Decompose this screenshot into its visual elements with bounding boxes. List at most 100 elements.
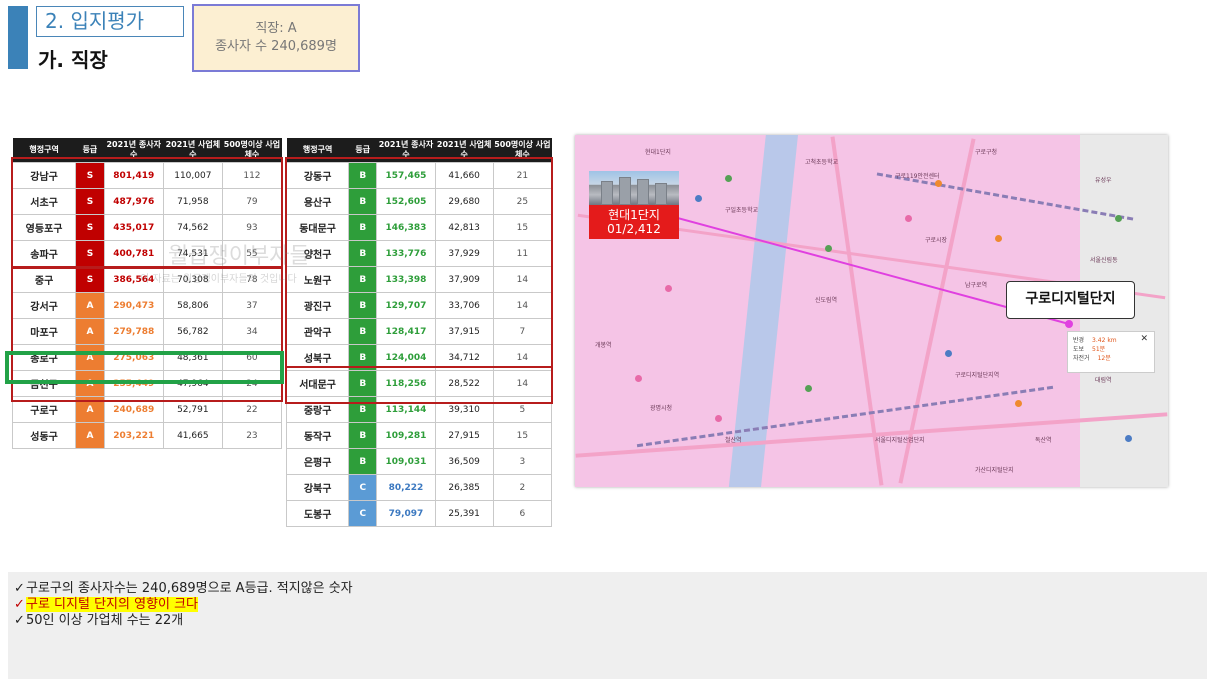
- large-business-cell: 79: [221, 188, 283, 215]
- origin-callout[interactable]: 현대1단지 01/2,412: [589, 205, 679, 239]
- district-cell: 동작구: [285, 422, 350, 449]
- workers-cell: 146,383: [376, 214, 436, 241]
- map-label: 대림역: [1095, 377, 1112, 384]
- route-popup: ✕ 반경 3.42 km 도보 51분 자전거 12분: [1067, 331, 1155, 373]
- businesses-cell: 52,791: [162, 396, 223, 423]
- map-label: 신도림역: [815, 297, 838, 304]
- large-business-cell: 22: [221, 396, 283, 423]
- note-item: ✓50인 이상 가업체 수는 22개: [14, 613, 184, 628]
- map-label: 구로구청: [975, 149, 998, 156]
- district-cell: 도봉구: [285, 500, 350, 527]
- district-cell: 금천구: [11, 370, 77, 397]
- businesses-cell: 25,391: [434, 500, 494, 527]
- grade-badge: B: [348, 318, 378, 345]
- workers-cell: 152,605: [376, 188, 436, 215]
- notes-panel: ✓구로구의 종사자수는 240,689명으로 A등급. 적지않은 숫자 ✓구로 …: [8, 572, 1207, 679]
- grade-badge: S: [75, 266, 105, 293]
- large-business-cell: 3: [492, 448, 553, 475]
- district-table-left: 행정구역 등급 2021년 종사자수 2021년 사업체수 500명이상 사업체…: [11, 138, 283, 449]
- grade-badge: C: [348, 500, 378, 527]
- photo-building: [619, 177, 631, 205]
- map-poi[interactable]: [805, 385, 812, 392]
- grade-badge: A: [75, 370, 105, 397]
- workers-cell: 255,449: [103, 370, 164, 397]
- table-row: 영등포구 S 435,017 74,562 93: [11, 214, 283, 241]
- district-cell: 중랑구: [285, 396, 350, 423]
- photo-building: [655, 183, 667, 205]
- map-label: 독산역: [1035, 437, 1052, 444]
- map-poi[interactable]: [695, 195, 702, 202]
- map-label: 구로119안전센터: [895, 173, 940, 180]
- grade-badge: S: [75, 214, 105, 241]
- large-business-cell: 21: [492, 162, 553, 189]
- map-poi[interactable]: [635, 375, 642, 382]
- map-poi[interactable]: [715, 415, 722, 422]
- map-poi[interactable]: [825, 245, 832, 252]
- workers-cell: 133,776: [376, 240, 436, 267]
- table-row: 양천구 B 133,776 37,929 11: [285, 240, 553, 267]
- table-header-row: 행정구역 등급 2021년 종사자수 2021년 사업체수 500명이상 사업체…: [286, 138, 552, 163]
- workers-cell: 157,465: [376, 162, 436, 189]
- grade-badge: S: [75, 240, 105, 267]
- workers-cell: 79,097: [376, 500, 436, 527]
- large-business-cell: 11: [492, 240, 553, 267]
- map-poi[interactable]: [1115, 215, 1122, 222]
- map-poi[interactable]: [905, 215, 912, 222]
- large-business-cell: 60: [221, 344, 283, 371]
- origin-sublabel: 01/2,412: [607, 222, 661, 236]
- map-label: 서울디지털산업단지: [875, 437, 925, 444]
- businesses-cell: 41,665: [162, 422, 223, 449]
- table-row: 중구 S 386,564 70,308 78: [11, 266, 283, 293]
- map-poi[interactable]: [1125, 435, 1132, 442]
- district-cell: 강서구: [11, 292, 77, 319]
- grade-badge: B: [348, 240, 378, 267]
- table-row: 관악구 B 128,417 37,915 7: [285, 318, 553, 345]
- map-label: 현대1단지: [645, 149, 671, 156]
- large-business-cell: 55: [221, 240, 283, 267]
- popup-row: 반경 3.42 km: [1073, 337, 1117, 344]
- page-subtitle: 가. 직장: [38, 48, 108, 72]
- map-poi[interactable]: [995, 235, 1002, 242]
- map-label: 개봉역: [595, 342, 612, 349]
- large-business-cell: 6: [492, 500, 553, 527]
- grade-badge: B: [348, 396, 378, 423]
- origin-label: 현대1단지: [608, 208, 660, 222]
- workers-cell: 113,144: [376, 396, 436, 423]
- large-business-cell: 78: [221, 266, 283, 293]
- district-cell: 성북구: [285, 344, 350, 371]
- district-cell: 성동구: [11, 422, 77, 449]
- destination-label[interactable]: 구로디지털단지: [1006, 281, 1135, 319]
- workers-cell: 435,017: [103, 214, 164, 241]
- businesses-cell: 29,680: [434, 188, 494, 215]
- map-poi[interactable]: [935, 180, 942, 187]
- col-workers: 2021년 종사자수: [376, 138, 436, 163]
- large-business-cell: 2: [492, 474, 553, 501]
- map-label: 가산디지털단지: [975, 467, 1014, 474]
- district-cell: 서대문구: [285, 370, 350, 397]
- col-district: 행정구역: [12, 138, 76, 163]
- workers-cell: 801,419: [103, 162, 164, 189]
- map-poi[interactable]: [945, 350, 952, 357]
- businesses-cell: 74,562: [162, 214, 223, 241]
- map-label: 철산역: [725, 437, 742, 444]
- businesses-cell: 71,958: [162, 188, 223, 215]
- grade-badge: B: [348, 292, 378, 319]
- district-cell: 구로구: [11, 396, 77, 423]
- close-icon[interactable]: ✕: [1140, 335, 1148, 344]
- map-poi[interactable]: [665, 285, 672, 292]
- route-map[interactable]: 구로구청 구로119안전센터 고척초등학교 구일초등학교 신도림역 구로디지털단…: [575, 135, 1168, 487]
- map-label: 고척초등학교: [805, 159, 839, 166]
- col-large-businesses: 500명이상 사업체수: [222, 138, 282, 163]
- table-row: 성동구 A 203,221 41,665 23: [11, 422, 283, 449]
- businesses-cell: 41,660: [434, 162, 494, 189]
- grade-badge: A: [75, 292, 105, 319]
- photo-building: [637, 179, 649, 205]
- workers-cell: 128,417: [376, 318, 436, 345]
- map-label: 구일초등학교: [725, 207, 759, 214]
- workers-cell: 240,689: [103, 396, 164, 423]
- map-poi[interactable]: [725, 175, 732, 182]
- col-grade: 등급: [75, 138, 105, 163]
- map-poi[interactable]: [1015, 400, 1022, 407]
- large-business-cell: 14: [492, 292, 553, 319]
- workers-cell: 109,281: [376, 422, 436, 449]
